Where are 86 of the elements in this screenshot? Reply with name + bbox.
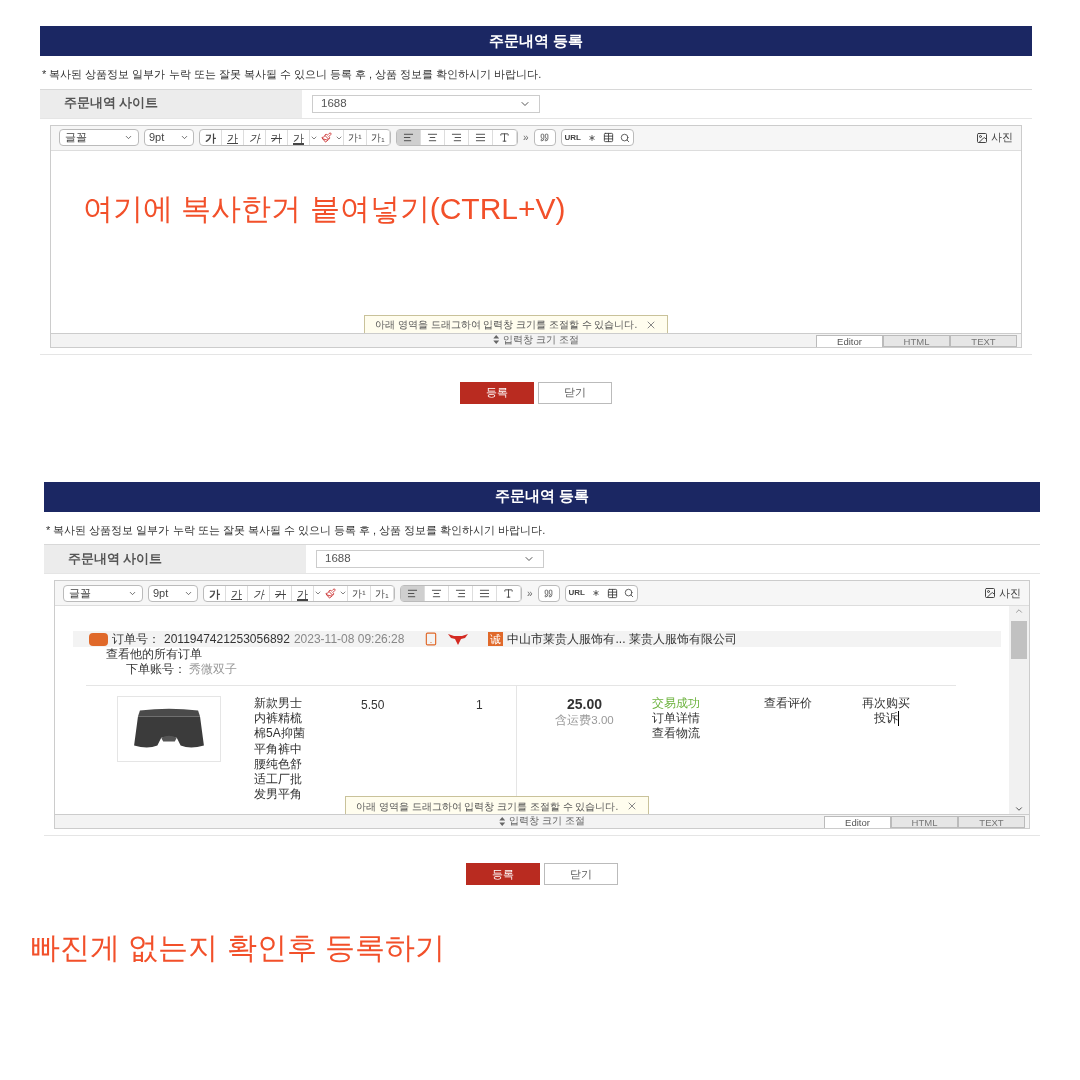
more-button[interactable]: » bbox=[527, 585, 533, 601]
complaint-link[interactable]: 投诉 bbox=[873, 711, 899, 726]
shop-name[interactable]: 中山市莱贵人服饰有... bbox=[507, 630, 626, 648]
close-button[interactable]: 닫기 bbox=[544, 863, 618, 885]
resize-handle[interactable]: 입력창 크기 조절 bbox=[503, 332, 579, 347]
format-button[interactable]: 가 bbox=[222, 130, 244, 145]
tooltip-text: 아래 영역을 드래그하여 입력창 크기를 조절할 수 있습니다. bbox=[356, 799, 619, 814]
quote-icon[interactable] bbox=[533, 129, 556, 146]
rebuy-link[interactable]: 再次购买 bbox=[862, 696, 910, 711]
order-icon bbox=[89, 632, 108, 646]
account-label: 下单账号： bbox=[126, 661, 186, 677]
site-select[interactable]: 1688 bbox=[312, 94, 540, 113]
size-select[interactable]: 9pt bbox=[148, 584, 198, 602]
format-button[interactable]: 가 bbox=[226, 585, 248, 601]
paste-instruction: 여기에 복사한거 붙여넣기(CTRL+V) bbox=[83, 190, 566, 227]
product-title[interactable]: 新款男士内裤精梳棉5A抑菌平角裤中腰纯色舒适工厂批发男平角 bbox=[254, 696, 306, 803]
order-detail-link[interactable]: 订单详情 bbox=[652, 711, 764, 726]
resize-handle[interactable]: 입력창 크기 조절 bbox=[509, 814, 585, 828]
resize-arrows-icon[interactable] bbox=[493, 335, 500, 344]
font-select[interactable]: 글꼴 bbox=[59, 129, 139, 146]
close-button[interactable]: 닫기 bbox=[538, 381, 612, 404]
dropdown-icon[interactable] bbox=[180, 133, 189, 142]
mode-tab[interactable]: Editor bbox=[824, 816, 891, 828]
tooltip-text: 아래 영역을 드래그하여 입력창 크기를 조절할 수 있습니다. bbox=[375, 318, 638, 332]
highlight-icon[interactable] bbox=[318, 130, 335, 145]
format-button[interactable]: 가 bbox=[248, 585, 270, 601]
mode-tab[interactable]: TEXT bbox=[958, 816, 1025, 828]
align-icon[interactable] bbox=[397, 130, 421, 145]
shipping-fee: 含运费3.00 bbox=[555, 713, 614, 728]
logistics-link[interactable]: 查看物流 bbox=[652, 726, 764, 741]
total-price: 25.00 bbox=[566, 696, 602, 712]
site-label: 주문내역 사이트 bbox=[44, 545, 306, 573]
font-select[interactable]: 글꼴 bbox=[63, 584, 143, 602]
resize-arrows-icon[interactable] bbox=[499, 816, 506, 826]
photo-button[interactable]: 사진 bbox=[976, 129, 1013, 146]
mode-tab[interactable]: HTML bbox=[883, 334, 950, 347]
format-button[interactable]: 가 bbox=[244, 130, 266, 145]
panel-title: 주문내역 등록 bbox=[40, 26, 1032, 56]
mode-tab[interactable]: Editor bbox=[816, 334, 883, 347]
script-button[interactable]: 가₁ bbox=[367, 130, 390, 145]
scrollbar-thumb[interactable] bbox=[1011, 621, 1027, 659]
format-button[interactable]: 가 bbox=[270, 585, 292, 601]
shop-full-name: 莱贵人服饰有限公司 bbox=[629, 631, 738, 648]
review-link[interactable]: 查看评价 bbox=[764, 696, 862, 711]
dropdown-icon[interactable] bbox=[124, 133, 133, 142]
more-button[interactable]: » bbox=[523, 130, 529, 145]
photo-button[interactable]: 사진 bbox=[984, 584, 1021, 602]
order-number: 2011947421253056892 bbox=[164, 631, 290, 648]
dropdown-icon[interactable] bbox=[335, 130, 344, 145]
order-date: 2023-11-08 09:26:28 bbox=[293, 631, 405, 648]
register-button[interactable]: 등록 bbox=[460, 381, 534, 404]
unit-price: 5.50 bbox=[361, 697, 386, 714]
all-orders-link[interactable]: 查看他的所有订单 bbox=[73, 647, 1001, 661]
site-select[interactable]: 1688 bbox=[316, 550, 544, 568]
format-button[interactable]: 가 bbox=[292, 585, 314, 601]
tablet-icon bbox=[424, 632, 439, 646]
format-button[interactable]: 가 bbox=[200, 130, 222, 145]
register-button[interactable]: 등록 bbox=[466, 863, 540, 885]
scroll-up-icon[interactable] bbox=[1014, 606, 1024, 616]
order-label: 订单号： bbox=[112, 631, 160, 648]
photo-icon[interactable] bbox=[984, 587, 996, 599]
size-select[interactable]: 9pt bbox=[144, 129, 194, 146]
notice-text: * 복사된 상품정보 일부가 누락 또는 잘못 복사될 수 있으니 등록 후 , 상품 정보를 확인하시기 바랍니다. bbox=[40, 56, 1032, 90]
format-button[interactable]: 가 bbox=[288, 130, 310, 145]
trust-badge: 诚 bbox=[488, 632, 504, 646]
format-button[interactable]: 가 bbox=[204, 585, 226, 601]
mode-tab[interactable]: TEXT bbox=[950, 334, 1017, 347]
format-button[interactable]: 가 bbox=[266, 130, 288, 145]
quantity: 1 bbox=[476, 697, 483, 714]
mode-tab[interactable]: HTML bbox=[891, 816, 958, 828]
instruction-caption: 빠진게 없는지 확인후 등록하기 bbox=[30, 930, 446, 966]
highlight-icon[interactable] bbox=[322, 585, 339, 601]
site-label: 주문내역 사이트 bbox=[40, 89, 302, 118]
scroll-down-icon[interactable] bbox=[1014, 804, 1024, 814]
bull-icon bbox=[448, 633, 469, 645]
panel-title: 주문내역 등록 bbox=[44, 481, 1040, 512]
order-status: 交易成功 bbox=[652, 696, 701, 711]
photo-icon[interactable] bbox=[976, 131, 988, 144]
dropdown-icon[interactable] bbox=[339, 585, 348, 601]
script-button[interactable]: 가¹ bbox=[348, 585, 371, 601]
scrollbar[interactable] bbox=[1009, 606, 1029, 814]
account-name: 秀微双子 bbox=[189, 661, 237, 677]
script-button[interactable]: 가₁ bbox=[371, 585, 394, 601]
align-icon[interactable] bbox=[401, 585, 425, 601]
script-button[interactable]: 가¹ bbox=[344, 130, 367, 145]
quote-icon[interactable] bbox=[537, 584, 560, 602]
